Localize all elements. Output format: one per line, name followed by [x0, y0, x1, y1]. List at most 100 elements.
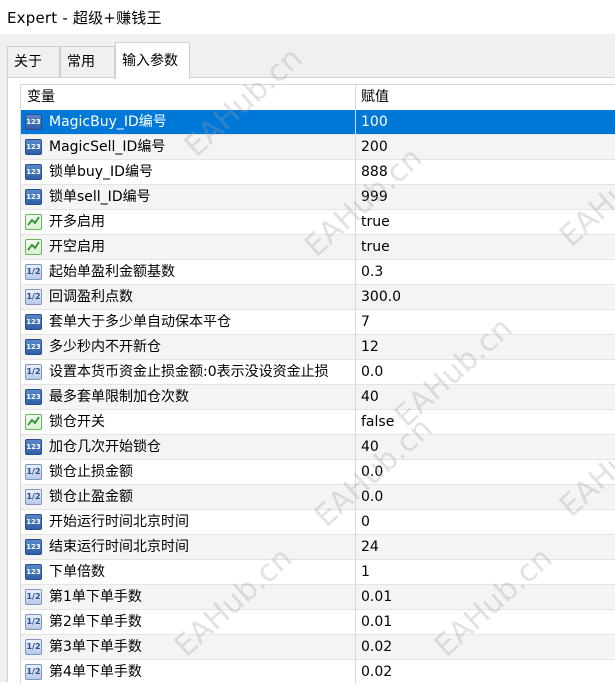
window-title: Expert - 超级+赚钱王: [7, 9, 162, 27]
table-row[interactable]: 1/2 设置本货币资金止损金额:0表示没设资金止损 0.0: [21, 360, 615, 385]
table-row[interactable]: 开多启用 true: [21, 210, 615, 235]
parameter-name: 第4单下单手数: [49, 664, 142, 680]
parameter-name: 锁仓开关: [49, 414, 105, 430]
double-type-icon: 1/2: [25, 664, 42, 680]
parameter-value[interactable]: 7: [361, 310, 370, 335]
parameter-value[interactable]: 0.0: [361, 485, 383, 510]
tab-inputs[interactable]: 输入参数: [115, 42, 190, 79]
parameter-name: 多少秒内不开新仓: [49, 339, 161, 355]
parameter-value[interactable]: 0.0: [361, 360, 383, 385]
table-row[interactable]: 123 最多套单限制加仓次数 40: [21, 385, 615, 410]
inputs-panel: 变量 赋值 123 MagicBuy_ID编号 100 123 MagicSell_ID…: [7, 41, 615, 684]
boolean-type-icon: [25, 414, 42, 430]
parameter-value[interactable]: 300.0: [361, 285, 401, 310]
parameter-name: 下单倍数: [49, 564, 105, 580]
integer-type-icon: 123: [25, 439, 42, 455]
parameter-value[interactable]: 0: [361, 510, 370, 535]
parameter-value[interactable]: 1: [361, 560, 370, 585]
parameter-value[interactable]: 24: [361, 535, 379, 560]
table-row[interactable]: 1/2 锁仓止盈金额 0.0: [21, 485, 615, 510]
parameter-name: 第2单下单手数: [49, 614, 142, 630]
parameter-name: 锁仓止盈金额: [49, 489, 133, 505]
parameter-value[interactable]: 0.0: [361, 460, 383, 485]
table-row[interactable]: 123 加仓几次开始锁仓 40: [21, 435, 615, 460]
parameter-value[interactable]: true: [361, 210, 390, 235]
parameter-name: 结束运行时间北京时间: [49, 539, 189, 555]
column-header-variable[interactable]: 变量: [27, 85, 55, 110]
parameter-name: 开多启用: [49, 214, 105, 230]
tab-bar: 关于 常用 输入参数: [7, 42, 615, 79]
parameter-value[interactable]: 200: [361, 135, 388, 160]
parameter-value[interactable]: 888: [361, 160, 388, 185]
table-row[interactable]: 123 套单大于多少单自动保本平仓 7: [21, 310, 615, 335]
parameter-value[interactable]: 0.01: [361, 585, 392, 610]
table-row[interactable]: 123 锁单sell_ID编号 999: [21, 185, 615, 210]
parameter-name: 开空启用: [49, 239, 105, 255]
parameter-value[interactable]: 40: [361, 435, 379, 460]
table-row[interactable]: 123 锁单buy_ID编号 888: [21, 160, 615, 185]
table-row[interactable]: 123 多少秒内不开新仓 12: [21, 335, 615, 360]
integer-type-icon: 123: [25, 314, 42, 330]
tab-common[interactable]: 常用: [60, 46, 115, 77]
tab-about[interactable]: 关于: [7, 46, 60, 77]
integer-type-icon: 123: [25, 164, 42, 180]
table-row[interactable]: 1/2 第1单下单手数 0.01: [21, 585, 615, 610]
parameter-name: 第3单下单手数: [49, 639, 142, 655]
parameter-value[interactable]: false: [361, 410, 394, 435]
parameters-grid: 变量 赋值 123 MagicBuy_ID编号 100 123 MagicSell_ID…: [20, 84, 615, 684]
integer-type-icon: 123: [25, 539, 42, 555]
integer-type-icon: 123: [25, 514, 42, 530]
title-bar: Expert - 超级+赚钱王: [0, 0, 615, 34]
boolean-type-icon: [25, 239, 42, 255]
parameter-value[interactable]: 12: [361, 335, 379, 360]
integer-type-icon: 123: [25, 139, 42, 155]
parameter-name: 起始单盈利金额基数: [49, 264, 175, 280]
integer-type-icon: 123: [25, 339, 42, 355]
double-type-icon: 1/2: [25, 364, 42, 380]
parameter-value[interactable]: 0.01: [361, 610, 392, 635]
parameter-name: 第1单下单手数: [49, 589, 142, 605]
table-row[interactable]: 1/2 回调盈利点数 300.0: [21, 285, 615, 310]
table-row[interactable]: 123 开始运行时间北京时间 0: [21, 510, 615, 535]
parameter-value[interactable]: 0.02: [361, 660, 392, 684]
parameter-name: 锁单buy_ID编号: [49, 164, 153, 180]
integer-type-icon: 123: [25, 564, 42, 580]
double-type-icon: 1/2: [25, 589, 42, 605]
parameter-name: 开始运行时间北京时间: [49, 514, 189, 530]
table-row[interactable]: 1/2 起始单盈利金额基数 0.3: [21, 260, 615, 285]
parameter-name: 设置本货币资金止损金额:0表示没设资金止损: [49, 364, 329, 380]
expert-dialog: 关于 常用 输入参数 变量 赋值 123 MagicBuy_ID编号 100 123 M…: [0, 34, 615, 684]
parameter-name: 最多套单限制加仓次数: [49, 389, 189, 405]
parameter-name: 加仓几次开始锁仓: [49, 439, 161, 455]
column-header-value[interactable]: 赋值: [361, 85, 389, 110]
double-type-icon: 1/2: [25, 289, 42, 305]
parameter-value[interactable]: 0.3: [361, 260, 383, 285]
boolean-type-icon: [25, 214, 42, 230]
table-row[interactable]: 1/2 第2单下单手数 0.01: [21, 610, 615, 635]
parameter-value[interactable]: true: [361, 235, 390, 260]
parameter-name: MagicSell_ID编号: [49, 139, 166, 155]
table-row[interactable]: 123 MagicBuy_ID编号 100: [21, 110, 615, 135]
table-row[interactable]: 1/2 锁仓止损金额 0.0: [21, 460, 615, 485]
table-row[interactable]: 123 MagicSell_ID编号 200: [21, 135, 615, 160]
parameter-name: 锁仓止损金额: [49, 464, 133, 480]
integer-type-icon: 123: [25, 189, 42, 205]
double-type-icon: 1/2: [25, 614, 42, 630]
parameter-name: 锁单sell_ID编号: [49, 189, 151, 205]
integer-type-icon: 123: [25, 389, 42, 405]
table-row[interactable]: 1/2 第4单下单手数 0.02: [21, 660, 615, 684]
parameter-value[interactable]: 40: [361, 385, 379, 410]
parameter-value[interactable]: 0.02: [361, 635, 392, 660]
parameter-name: 套单大于多少单自动保本平仓: [49, 314, 231, 330]
parameter-name: 回调盈利点数: [49, 289, 133, 305]
table-row[interactable]: 123 下单倍数 1: [21, 560, 615, 585]
table-row[interactable]: 开空启用 true: [21, 235, 615, 260]
parameter-value[interactable]: 100: [361, 110, 388, 135]
grid-header: 变量 赋值: [21, 85, 615, 111]
table-row[interactable]: 1/2 第3单下单手数 0.02: [21, 635, 615, 660]
table-row[interactable]: 123 结束运行时间北京时间 24: [21, 535, 615, 560]
double-type-icon: 1/2: [25, 464, 42, 480]
column-divider[interactable]: [355, 85, 356, 684]
table-row[interactable]: 锁仓开关 false: [21, 410, 615, 435]
parameter-value[interactable]: 999: [361, 185, 388, 210]
